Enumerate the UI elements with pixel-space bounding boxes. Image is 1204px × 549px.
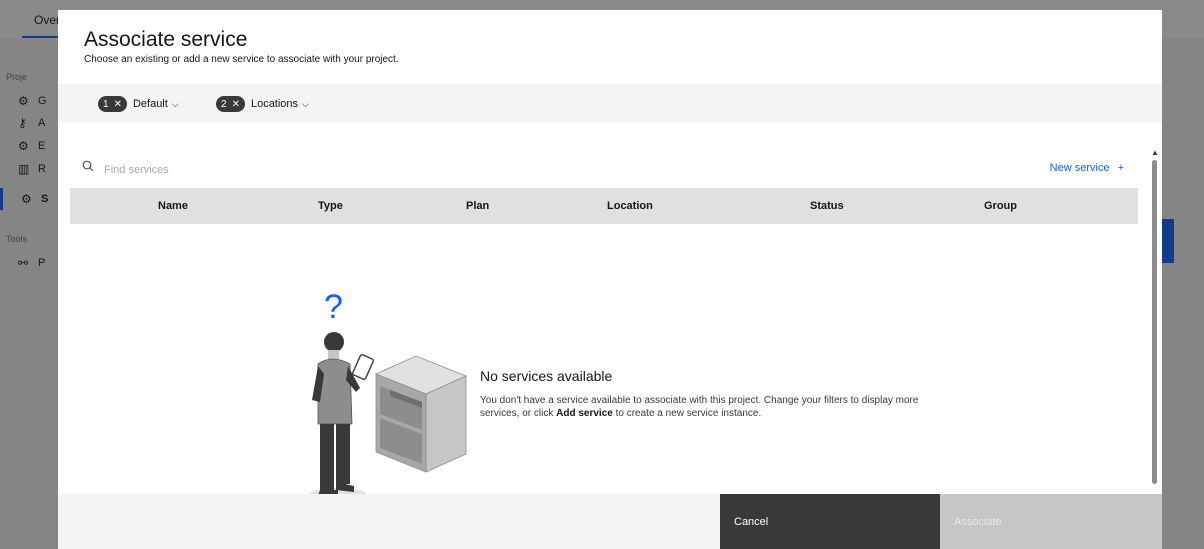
plus-icon: + [1117,162,1124,174]
filter-locations[interactable]: 2 ✕ Locations ⌵ [216,94,309,114]
scrollbar-thumb[interactable] [1152,160,1157,484]
modal-scrollbar[interactable]: ▲ [1150,148,1160,488]
filter-count: 1 [103,98,109,110]
modal-title: Associate service [84,28,248,51]
chevron-down-icon: ⌵ [171,98,179,109]
modal-subtitle: Choose an existing or add a new service … [84,54,399,65]
add-service-link-text: Add service [556,408,613,419]
search-icon [82,159,94,175]
modal-header: Associate service Choose an existing or … [58,10,1162,84]
column-status[interactable]: Status [810,188,844,224]
services-table: New service + Name Type Plan Location Sta… [70,150,1138,494]
close-icon[interactable]: ✕ [114,99,122,110]
associate-service-modal: Associate service Choose an existing or … [58,10,1162,549]
associate-button[interactable]: Associate [940,494,1162,549]
filter-count: 2 [221,98,227,110]
filter-count-tag[interactable]: 1 ✕ [98,96,127,112]
column-type[interactable]: Type [318,188,343,224]
empty-state-illustration: ? [310,288,468,500]
column-location[interactable]: Location [607,188,653,224]
column-plan[interactable]: Plan [466,188,489,224]
search-input[interactable] [102,158,706,182]
new-service-button[interactable]: New service + [1050,162,1124,174]
close-icon[interactable]: ✕ [232,99,240,110]
svg-text:?: ? [324,288,343,326]
empty-state-title: No services available [480,368,613,384]
filter-default[interactable]: 1 ✕ Default ⌵ [98,94,179,114]
filter-label: Default [132,98,168,110]
empty-state-description: You don't have a service available to as… [480,394,920,420]
filter-label: Locations [250,98,299,110]
cancel-button[interactable]: Cancel [720,494,940,549]
table-header: Name Type Plan Location Status Group [70,188,1138,224]
scroll-up-arrow-icon[interactable]: ▲ [1151,148,1159,157]
filter-bar: 1 ✕ Default ⌵ 2 ✕ Locations ⌵ [58,84,1162,122]
empty-desc-text-end: to create a new service instance. [612,408,762,419]
chevron-down-icon: ⌵ [302,98,309,109]
table-toolbar: New service + [70,150,1138,188]
column-group[interactable]: Group [984,188,1017,224]
modal-footer: Cancel Associate [58,494,1162,549]
filter-count-tag[interactable]: 2 ✕ [216,96,245,112]
question-mark-icon: ? [324,288,343,326]
modal-body: New service + Name Type Plan Location Sta… [58,122,1162,494]
column-name[interactable]: Name [158,188,188,224]
new-service-label: New service [1049,162,1110,174]
